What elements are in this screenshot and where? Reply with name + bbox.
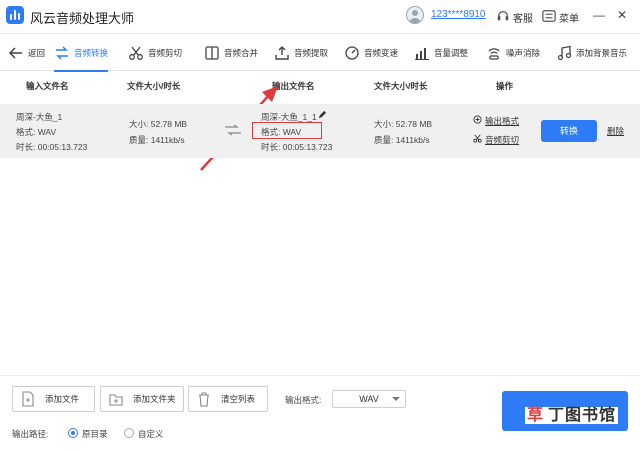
watermark-text: 丁图书馆 [546,407,619,424]
back-button[interactable]: 返回 [8,35,45,71]
output-path-label: 输出路径: [12,429,49,439]
tab-label: 音量调整 [434,48,469,58]
input-size: 大小: 52.78 MB [129,119,188,129]
app-logo-icon [6,6,24,24]
col-input-name: 输入文件名 [26,81,69,91]
delete-link[interactable]: 删除 [607,125,624,137]
output-format-value: WAV [359,394,379,404]
watermark-char: 草 [525,407,547,424]
tab-add-background-music[interactable]: 添加背景音乐 [556,35,627,71]
radio-original-dir[interactable] [68,428,78,438]
back-label: 返回 [28,48,46,58]
output-size: 大小: 52.78 MB [374,119,433,129]
add-file-button[interactable]: 添加文件 [12,386,95,412]
tab-audio-extract[interactable]: 音频提取 [274,35,328,71]
tab-label: 添加背景音乐 [576,48,628,58]
output-format-label: 输出格式: [285,395,322,405]
input-format: 格式: WAV [16,127,57,137]
col-output-size: 文件大小/时长 [374,81,428,91]
tab-audio-speed[interactable]: 音频变速 [344,35,398,71]
clear-list-label: 清空列表 [221,394,256,404]
scissors-icon [129,46,143,60]
volume-icon [415,48,429,60]
tab-label: 音频变速 [364,48,399,58]
output-duration: 时长: 00:05:13.723 [261,142,333,152]
convert-button[interactable]: 转换 [541,120,597,142]
music-icon [557,45,572,61]
custom-dir-label: 自定义 [138,429,164,439]
tab-label: 音频合并 [224,48,259,58]
output-format: 格式: WAV [261,127,302,137]
scissors-icon [473,134,482,143]
trash-icon [199,392,209,407]
noise-icon [488,48,500,60]
title-bar: 风云音频处理大师 123****8910 客服 菜单 — ✕ [0,0,640,34]
extract-icon [275,46,289,60]
menu-label[interactable]: 菜单 [559,10,579,25]
original-dir-label: 原目录 [82,429,108,439]
tab-audio-cut[interactable]: 音频剪切 [128,35,182,71]
format-settings-icon [473,115,482,124]
add-file-label: 添加文件 [45,394,80,404]
add-folder-icon [109,394,123,406]
add-folder-button[interactable]: 添加文件夹 [100,386,184,412]
table-header: 输入文件名 文件大小/时长 输出文件名 文件大小/时长 操作 [0,80,640,98]
add-folder-label: 添加文件夹 [133,394,176,404]
table-row[interactable]: 周深-大鱼_1 格式: WAV 时长: 00:05:13.723 大小: 52.… [0,104,640,158]
menu-icon[interactable] [542,9,556,23]
radio-custom-dir[interactable] [124,428,134,438]
clear-list-button[interactable]: 清空列表 [188,386,268,412]
input-quality: 质量: 1411kb/s [129,135,185,145]
app-title: 风云音频处理大师 [30,11,135,26]
tab-label: 噪声消除 [506,48,541,58]
avatar[interactable] [406,6,424,24]
convert-icon [56,46,68,60]
output-quality: 质量: 1411kb/s [374,135,430,145]
transform-arrow-icon [225,124,241,136]
add-file-icon [22,391,34,407]
input-file-name: 周深-大鱼_1 [16,112,63,122]
tab-label: 音频转换 [74,48,109,58]
merge-icon [205,46,219,60]
output-format-select[interactable]: WAV [332,390,406,408]
account-link[interactable]: 123****8910 [431,9,486,20]
col-actions: 操作 [496,81,514,91]
col-input-size: 文件大小/时长 [127,81,181,91]
output-format-link[interactable]: 输出格式 [485,115,519,127]
edit-pencil-icon[interactable] [318,110,327,119]
minimize-icon[interactable]: — [591,7,607,23]
function-toolbar: 返回 音频转换 音频剪切 音频合并 音频提取 音频变速 音量调整 噪声消除 添加… [0,35,640,72]
headset-icon[interactable] [496,9,510,23]
back-arrow-icon [8,47,22,59]
tab-noise-removal[interactable]: 噪声消除 [486,35,540,71]
chevron-down-icon [392,397,400,401]
col-output-name: 输出文件名 [272,81,315,91]
tab-volume-adjust[interactable]: 音量调整 [414,35,468,71]
tab-label: 音频剪切 [148,48,183,58]
close-icon[interactable]: ✕ [614,7,630,23]
audio-cut-link[interactable]: 音频剪切 [485,134,519,146]
watermark: 草丁图书馆 [525,401,619,425]
service-label[interactable]: 客服 [513,10,533,25]
tab-audio-convert[interactable]: 音频转换 [54,35,109,72]
tab-audio-merge[interactable]: 音频合并 [204,35,258,71]
input-duration: 时长: 00:05:13.723 [16,142,88,152]
tab-label: 音频提取 [294,48,329,58]
speed-icon [345,46,359,60]
